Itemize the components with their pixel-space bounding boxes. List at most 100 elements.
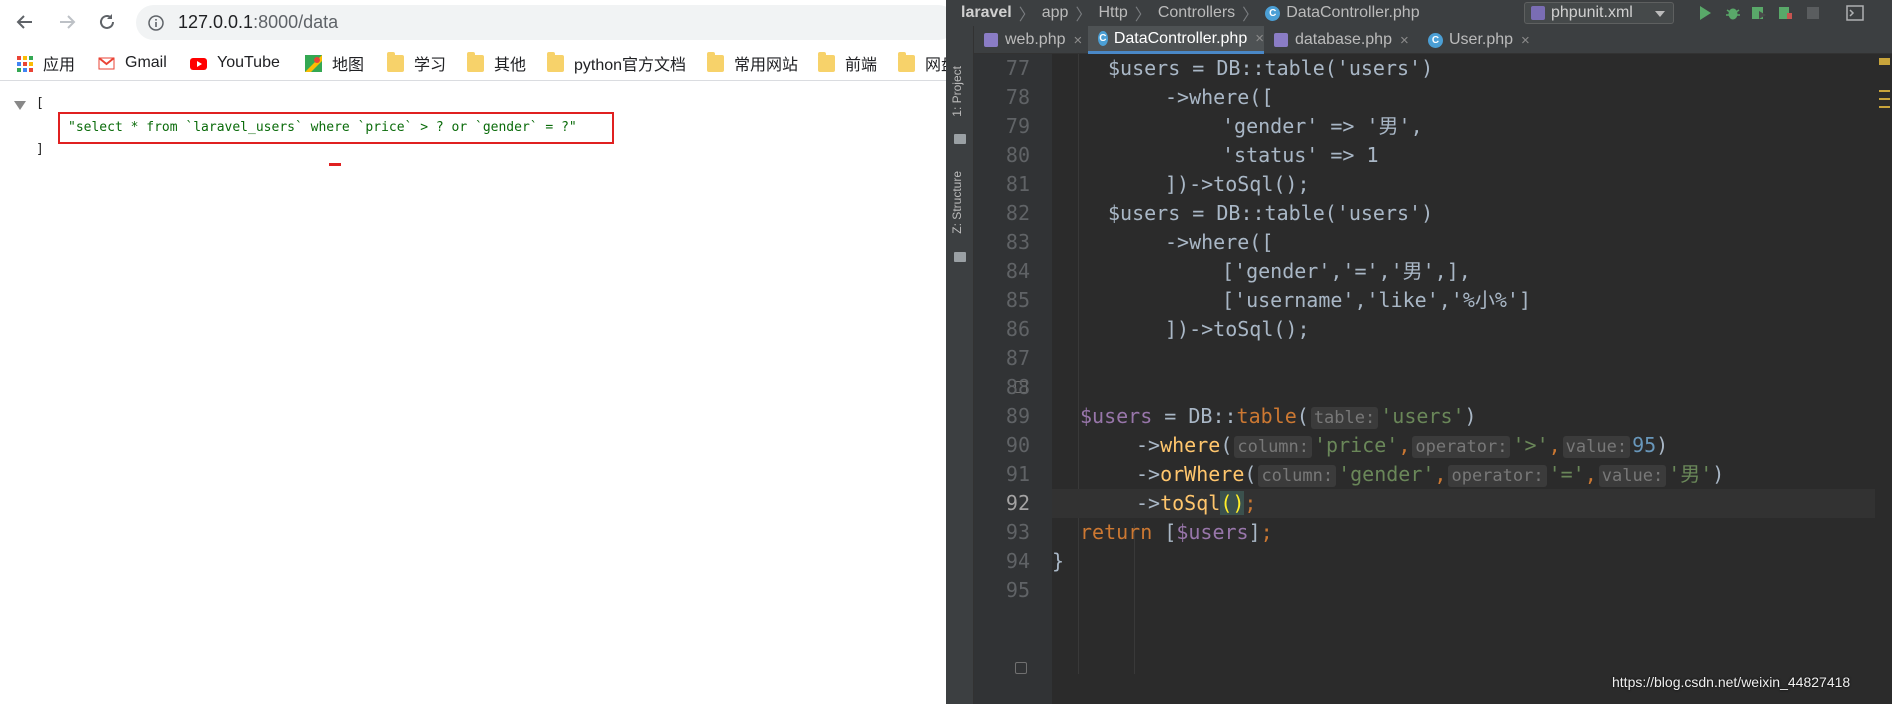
editor-tab-bar: web.php × C DataController.php × databas… bbox=[974, 26, 1892, 54]
code-line: 89 $users = DB::table(table:'users') bbox=[1006, 402, 1892, 431]
tab-database-php[interactable]: database.php × bbox=[1264, 26, 1418, 54]
line-number: 89 bbox=[1005, 404, 1030, 428]
bookmark-folder-common[interactable]: 常用网站 bbox=[707, 51, 798, 74]
warning-mark[interactable] bbox=[1879, 106, 1890, 108]
code-editor[interactable]: 77 $users = DB::table('users') 78 ->wher… bbox=[1006, 54, 1892, 704]
breadcrumb-separator-icon: 〉 bbox=[1018, 7, 1035, 24]
line-number: 88 bbox=[1005, 375, 1030, 399]
forward-button[interactable] bbox=[54, 9, 80, 35]
warning-mark[interactable] bbox=[1879, 90, 1890, 92]
folder-icon bbox=[547, 51, 564, 72]
folder-icon bbox=[467, 51, 484, 72]
debug-button[interactable] bbox=[1724, 4, 1742, 22]
code-function: orWhere bbox=[1160, 462, 1245, 486]
collapse-toggle-icon[interactable] bbox=[14, 101, 26, 110]
breadcrumb-project[interactable]: laravel bbox=[961, 4, 1012, 22]
fold-marker-icon[interactable] bbox=[1015, 662, 1027, 674]
line-number: 91 bbox=[1005, 462, 1030, 486]
line-number: 87 bbox=[1005, 346, 1030, 370]
bookmark-label: 前端 bbox=[845, 57, 878, 74]
code-text: } bbox=[1052, 549, 1065, 573]
code-variable: $users bbox=[1176, 520, 1249, 544]
bookmark-label: YouTube bbox=[217, 54, 280, 71]
project-tool-tab[interactable]: 1: Project bbox=[950, 66, 964, 117]
code-variable: $users bbox=[1080, 404, 1153, 428]
parameter-hint: column: bbox=[1234, 436, 1313, 458]
code-text: 'gender' => '男', bbox=[1222, 114, 1423, 138]
warning-mark[interactable] bbox=[1879, 98, 1890, 100]
line-number: 79 bbox=[1005, 114, 1030, 138]
reload-icon bbox=[100, 14, 114, 29]
code-number: 95 bbox=[1632, 433, 1657, 457]
bookmarks-bar: 应用 Gmail YouTube 地图 学习 其他 python官方文档 常用网… bbox=[0, 45, 946, 81]
code-line: 78 ->where([ bbox=[1006, 83, 1892, 112]
apps-grid-icon bbox=[17, 55, 33, 72]
address-bar[interactable]: 127.0.0.1:8000/data bbox=[136, 5, 946, 40]
close-icon[interactable]: × bbox=[1074, 32, 1083, 49]
bookmark-folder-study[interactable]: 学习 bbox=[387, 51, 446, 74]
tab-user-php[interactable]: C User.php × bbox=[1418, 26, 1542, 54]
php-class-icon: C bbox=[1098, 31, 1108, 46]
code-string: '=' bbox=[1548, 462, 1585, 486]
breadcrumb-file[interactable]: C DataController.php bbox=[1265, 4, 1420, 22]
stop-button[interactable] bbox=[1804, 4, 1822, 22]
code-text: ->where([ bbox=[1165, 230, 1274, 254]
folder-icon bbox=[818, 51, 835, 72]
line-number: 93 bbox=[1005, 520, 1030, 544]
stop-icon bbox=[1807, 7, 1819, 19]
code-line: 93 return [$users]; bbox=[1006, 518, 1892, 547]
bookmark-youtube[interactable]: YouTube bbox=[190, 52, 280, 74]
watermark: https://blog.csdn.net/weixin_44827418 bbox=[1612, 674, 1851, 690]
bookmark-gmail[interactable]: Gmail bbox=[98, 52, 167, 74]
bookmark-folder-other[interactable]: 其他 bbox=[467, 51, 526, 74]
parameter-hint: operator: bbox=[1412, 436, 1511, 458]
warning-mark[interactable] bbox=[1879, 58, 1890, 65]
line-number: 85 bbox=[1005, 288, 1030, 312]
bookmark-folder-python[interactable]: python官方文档 bbox=[547, 51, 687, 74]
profile-button[interactable] bbox=[1776, 4, 1794, 22]
bookmark-maps[interactable]: 地图 bbox=[305, 52, 364, 74]
reload-button[interactable] bbox=[94, 9, 120, 35]
terminal-button[interactable] bbox=[1846, 4, 1864, 22]
code-operator: -> bbox=[1136, 491, 1161, 515]
close-icon[interactable]: × bbox=[1255, 30, 1264, 47]
json-close-bracket: ] bbox=[36, 142, 44, 157]
tab-label: User.php bbox=[1449, 31, 1514, 48]
run-with-coverage-button[interactable] bbox=[1750, 4, 1768, 22]
line-number: 82 bbox=[1005, 201, 1030, 225]
code-text: ->toSql(); bbox=[1136, 491, 1257, 515]
code-line: 77 $users = DB::table('users') bbox=[1006, 54, 1892, 83]
tab-datacontroller-php[interactable]: C DataController.php × bbox=[1088, 26, 1264, 54]
code-line: 90 ->where(column:'price', operator: '>', v… bbox=[1006, 431, 1892, 460]
bookmark-folder-netdisk[interactable]: 网盘 bbox=[898, 51, 946, 74]
code-line: 83 ->where([ bbox=[1006, 228, 1892, 257]
json-string-value: "select * from `laravel_users` where `pr… bbox=[68, 120, 577, 135]
back-button[interactable] bbox=[12, 9, 38, 35]
bookmark-folder-frontend[interactable]: 前端 bbox=[818, 51, 878, 74]
folder-icon bbox=[898, 51, 915, 72]
bookmark-label: 地图 bbox=[332, 57, 365, 74]
bookmark-label: python官方文档 bbox=[574, 57, 687, 74]
close-icon[interactable]: × bbox=[1521, 32, 1530, 49]
structure-tool-tab[interactable]: Z: Structure bbox=[950, 171, 964, 234]
info-icon[interactable] bbox=[148, 15, 164, 31]
breadcrumb-label: Http bbox=[1098, 4, 1128, 21]
ide-window: laravel 〉 app 〉 Http 〉 Controllers 〉 C Da… bbox=[946, 0, 1892, 704]
code-text: ['username','like','%小%'] bbox=[1222, 288, 1531, 312]
breadcrumb-controllers[interactable]: Controllers bbox=[1158, 4, 1235, 22]
code-string: 'price' bbox=[1314, 433, 1399, 457]
php-class-icon: C bbox=[1265, 5, 1281, 21]
code-line: 91 ->orWhere(column:'gender', operator: '=… bbox=[1006, 460, 1892, 489]
code-line: 86 ])->toSql(); bbox=[1006, 315, 1892, 344]
code-function: toSql bbox=[1160, 491, 1221, 515]
tab-label: database.php bbox=[1295, 31, 1392, 48]
tab-web-php[interactable]: web.php × bbox=[974, 26, 1088, 54]
bookmark-apps[interactable]: 应用 bbox=[16, 52, 75, 74]
breadcrumb-app[interactable]: app bbox=[1042, 4, 1069, 22]
run-button[interactable] bbox=[1696, 4, 1714, 22]
error-stripe[interactable] bbox=[1875, 54, 1892, 704]
breadcrumb-http[interactable]: Http bbox=[1098, 4, 1127, 22]
run-configuration-select[interactable]: phpunit.xml bbox=[1524, 2, 1674, 24]
close-icon[interactable]: × bbox=[1400, 32, 1409, 49]
code-text: ])->toSql(); bbox=[1165, 172, 1310, 196]
